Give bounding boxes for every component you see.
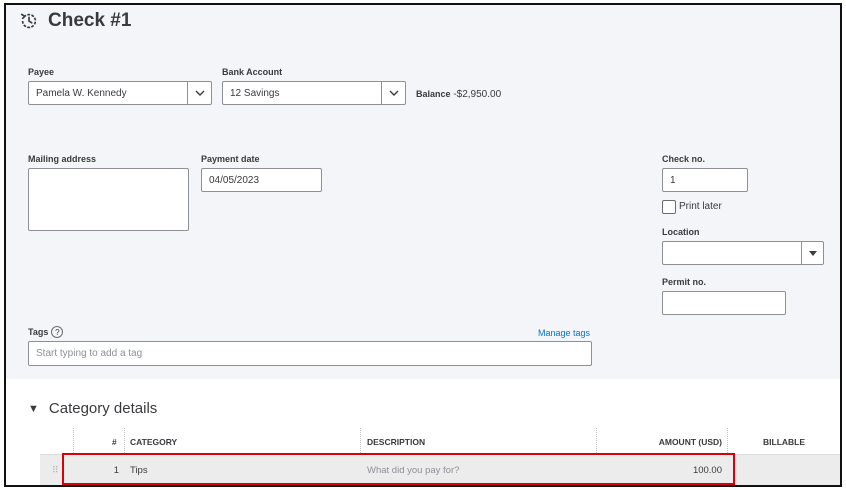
location-dropdown-button[interactable] <box>801 242 823 264</box>
tags-label-group: Tags ? <box>28 326 64 338</box>
manage-tags-link[interactable]: Manage tags <box>538 328 590 338</box>
drag-handle-icon[interactable]: ⠿ <box>52 455 59 485</box>
check-window: Check #1 Payee Pamela W. Kennedy Bank Ac… <box>4 3 842 487</box>
balance-display: Balance -$2,950.00 <box>416 89 501 100</box>
balance-value: -$2,950.00 <box>453 89 502 100</box>
payee-dropdown-button[interactable] <box>187 82 211 104</box>
category-details-title: Category details <box>48 400 158 417</box>
mailing-address-textarea[interactable] <box>28 168 189 231</box>
check-no-value: 1 <box>670 174 676 186</box>
tags-placeholder: Start typing to add a tag <box>36 348 143 359</box>
permit-no-label: Permit no. <box>662 277 707 287</box>
column-header-billable: BILLABLE <box>763 436 806 447</box>
caret-down-icon <box>808 250 817 256</box>
print-later-label: Print later <box>679 201 722 212</box>
chevron-down-icon <box>195 90 204 96</box>
location-label: Location <box>662 227 700 237</box>
help-icon[interactable]: ? <box>51 326 64 338</box>
payment-date-label: Payment date <box>201 154 260 164</box>
collapse-caret-icon[interactable]: ▼ <box>28 403 39 415</box>
table-header: # CATEGORY DESCRIPTION AMOUNT (USD) BILL… <box>40 428 840 485</box>
bank-account-value: 12 Savings <box>230 87 280 99</box>
recent-transactions-icon[interactable] <box>18 10 40 32</box>
page-title: Check #1 <box>48 10 132 31</box>
column-header-num: # <box>112 436 117 447</box>
check-no-input[interactable]: 1 <box>662 168 748 192</box>
print-later-checkbox[interactable] <box>662 200 676 214</box>
column-header-category: CATEGORY <box>130 436 178 447</box>
column-header-description: DESCRIPTION <box>367 436 426 447</box>
permit-no-input[interactable] <box>662 291 786 315</box>
payment-date-input[interactable]: 04/05/2023 <box>201 168 322 192</box>
tags-input[interactable]: Start typing to add a tag <box>28 341 592 366</box>
mailing-address-label: Mailing address <box>28 154 97 164</box>
check-no-label: Check no. <box>662 154 706 164</box>
category-details-header[interactable]: ▼ Category details <box>28 400 157 417</box>
chevron-down-icon <box>389 90 398 96</box>
payee-label: Payee <box>28 67 55 77</box>
bank-account-select[interactable]: 12 Savings <box>222 81 406 105</box>
bank-account-label: Bank Account <box>222 67 283 77</box>
tags-label: Tags <box>28 327 49 337</box>
highlight-box <box>62 453 735 485</box>
payment-date-value: 04/05/2023 <box>209 174 260 186</box>
page-header: Check #1 <box>18 10 131 32</box>
location-select[interactable] <box>662 241 824 265</box>
column-header-amount: AMOUNT (USD) <box>658 436 722 447</box>
payee-value: Pamela W. Kennedy <box>36 87 127 99</box>
bank-account-dropdown-button[interactable] <box>381 82 405 104</box>
balance-label: Balance <box>416 89 451 99</box>
payee-select[interactable]: Pamela W. Kennedy <box>28 81 212 105</box>
